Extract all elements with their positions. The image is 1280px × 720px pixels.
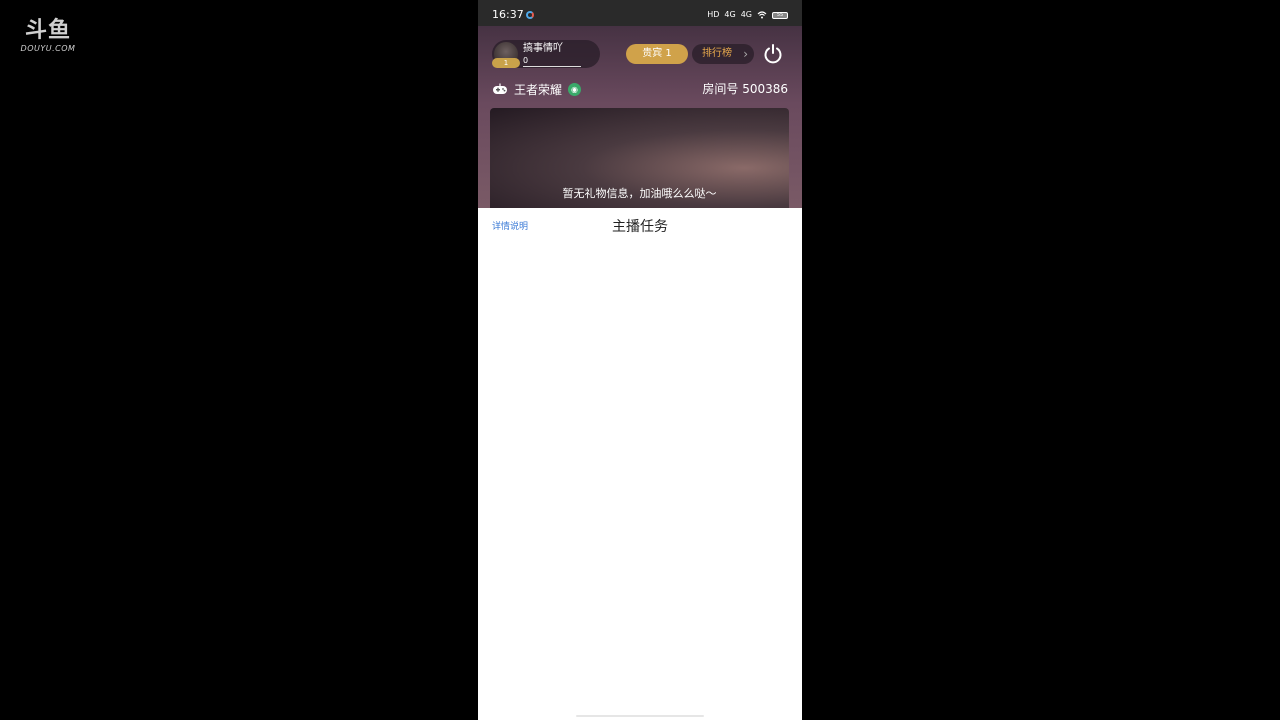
follower-count: 0 bbox=[523, 56, 529, 65]
gift-panel: 暂无礼物信息，加油哦么么哒～ bbox=[490, 108, 789, 208]
rank-label: 排行榜 bbox=[702, 48, 732, 59]
task-title: 主播任务 bbox=[612, 219, 668, 235]
live-signal-icon: ◉ bbox=[568, 82, 582, 96]
signal-4g-icon-1: 4G bbox=[724, 10, 736, 19]
home-indicator[interactable] bbox=[576, 715, 704, 717]
rank-button[interactable]: 排行榜 › bbox=[692, 44, 754, 64]
room-number: 房间号 500386 bbox=[702, 82, 788, 96]
streamer-info-pill[interactable]: 1 搞事情吖 0 bbox=[492, 40, 600, 68]
streamer-name: 搞事情吖 bbox=[523, 43, 563, 54]
power-icon[interactable] bbox=[762, 43, 784, 65]
gamepad-icon bbox=[493, 83, 507, 94]
battery-icon: 55 bbox=[772, 11, 788, 19]
vip-button[interactable]: 贵宾 1 bbox=[626, 44, 688, 64]
live-header-area: 16:37 HD 4G 4G 55 1 搞事情吖 0 贵宾 1 排行榜 › 王者… bbox=[478, 0, 802, 208]
signal-4g-icon-2: 4G bbox=[740, 10, 752, 19]
task-header: 详情说明 主播任务 bbox=[478, 208, 802, 248]
wifi-icon bbox=[757, 11, 767, 19]
gift-empty-text: 暂无礼物信息，加油哦么么哒～ bbox=[562, 187, 717, 200]
phone-screen: 16:37 HD 4G 4G 55 1 搞事情吖 0 贵宾 1 排行榜 › 王者… bbox=[478, 0, 802, 720]
game-category[interactable]: 王者荣耀 ◉ bbox=[492, 80, 582, 98]
chevron-right-icon: › bbox=[743, 47, 748, 61]
status-bar: 16:37 HD 4G 4G 55 bbox=[478, 0, 802, 26]
progress-bar bbox=[523, 66, 581, 67]
app-notification-icon bbox=[526, 11, 534, 19]
level-badge: 1 bbox=[492, 58, 520, 68]
status-time: 16:37 bbox=[492, 8, 524, 21]
watermark-sub: DOUYU.COM bbox=[20, 44, 76, 53]
watermark-logo: 斗鱼 bbox=[24, 18, 71, 43]
game-name: 王者荣耀 bbox=[514, 82, 563, 97]
douyu-watermark: 斗鱼 DOUYU.COM bbox=[20, 18, 76, 54]
status-icons: HD 4G 4G 55 bbox=[707, 9, 788, 21]
hd-icon: HD bbox=[707, 10, 720, 19]
